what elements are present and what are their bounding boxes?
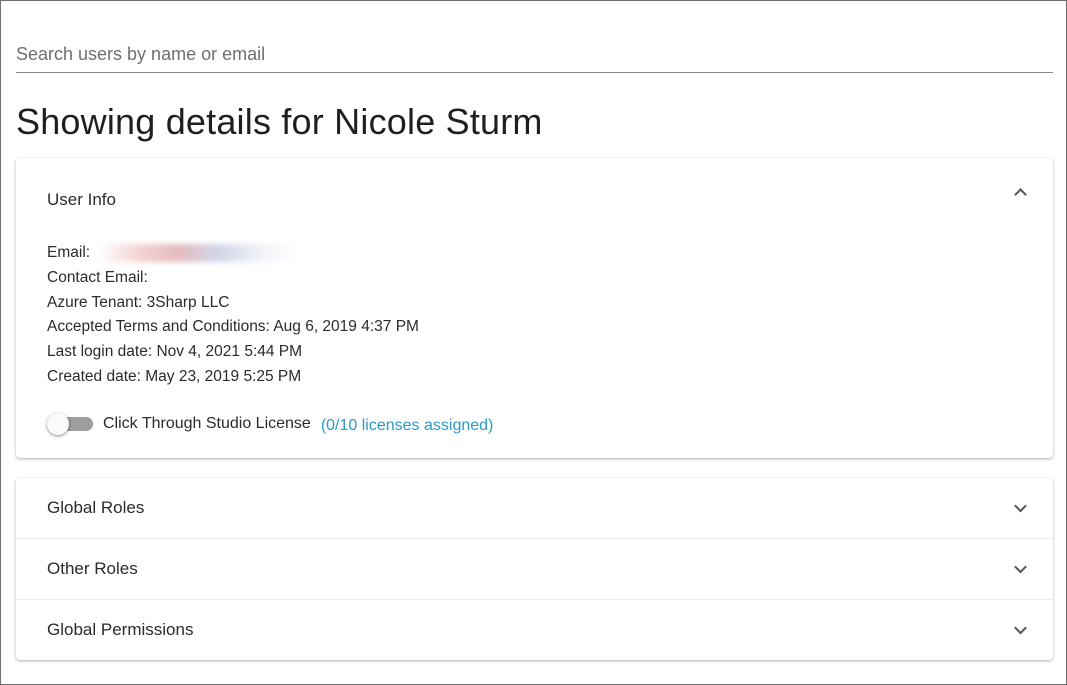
user-info-header[interactable]: User Info [16, 158, 1053, 240]
global-permissions-header[interactable]: Global Permissions [16, 600, 1053, 660]
search-input[interactable] [16, 37, 1053, 72]
page-title: Showing details for Nicole Sturm [16, 101, 543, 142]
user-info-details: Email: Contact Email: Azure Tenant: 3Sha… [47, 241, 419, 390]
search-bar [16, 37, 1053, 73]
app-frame: Showing details for Nicole Sturm User In… [0, 0, 1067, 685]
chevron-down-icon[interactable] [1014, 499, 1027, 513]
roles-panels: Global Roles Other Roles Global Permissi… [16, 478, 1053, 660]
chevron-up-icon[interactable] [1014, 188, 1027, 201]
azure-tenant-row: Azure Tenant: 3Sharp LLC [47, 293, 230, 311]
last-login-row: Last login date: Nov 4, 2021 5:44 PM [47, 343, 303, 361]
chevron-down-icon[interactable] [1014, 560, 1027, 574]
license-count-link[interactable]: (0/10 licenses assigned) [321, 417, 494, 435]
global-permissions-title: Global Permissions [47, 620, 194, 639]
license-row: Click Through Studio License (0/10 licen… [47, 413, 493, 435]
license-label: Click Through Studio License [103, 415, 311, 432]
contact-email-row: Contact Email: [47, 268, 148, 286]
global-roles-title: Global Roles [47, 498, 145, 517]
other-roles-title: Other Roles [47, 559, 138, 578]
accepted-terms-row: Accepted Terms and Conditions: Aug 6, 20… [47, 318, 419, 336]
user-info-title: User Info [47, 190, 116, 209]
user-info-panel: User Info Email: Contact Email: Azure Te… [16, 158, 1053, 458]
other-roles-header[interactable]: Other Roles [16, 539, 1053, 599]
toggle-thumb [47, 413, 69, 435]
redacted-email [98, 243, 299, 262]
email-label: Email: [47, 244, 91, 261]
global-roles-header[interactable]: Global Roles [16, 478, 1053, 538]
chevron-down-icon[interactable] [1014, 621, 1027, 635]
email-row: Email: [47, 241, 419, 266]
license-toggle[interactable] [47, 413, 93, 435]
created-date-row: Created date: May 23, 2019 5:25 PM [47, 367, 302, 385]
